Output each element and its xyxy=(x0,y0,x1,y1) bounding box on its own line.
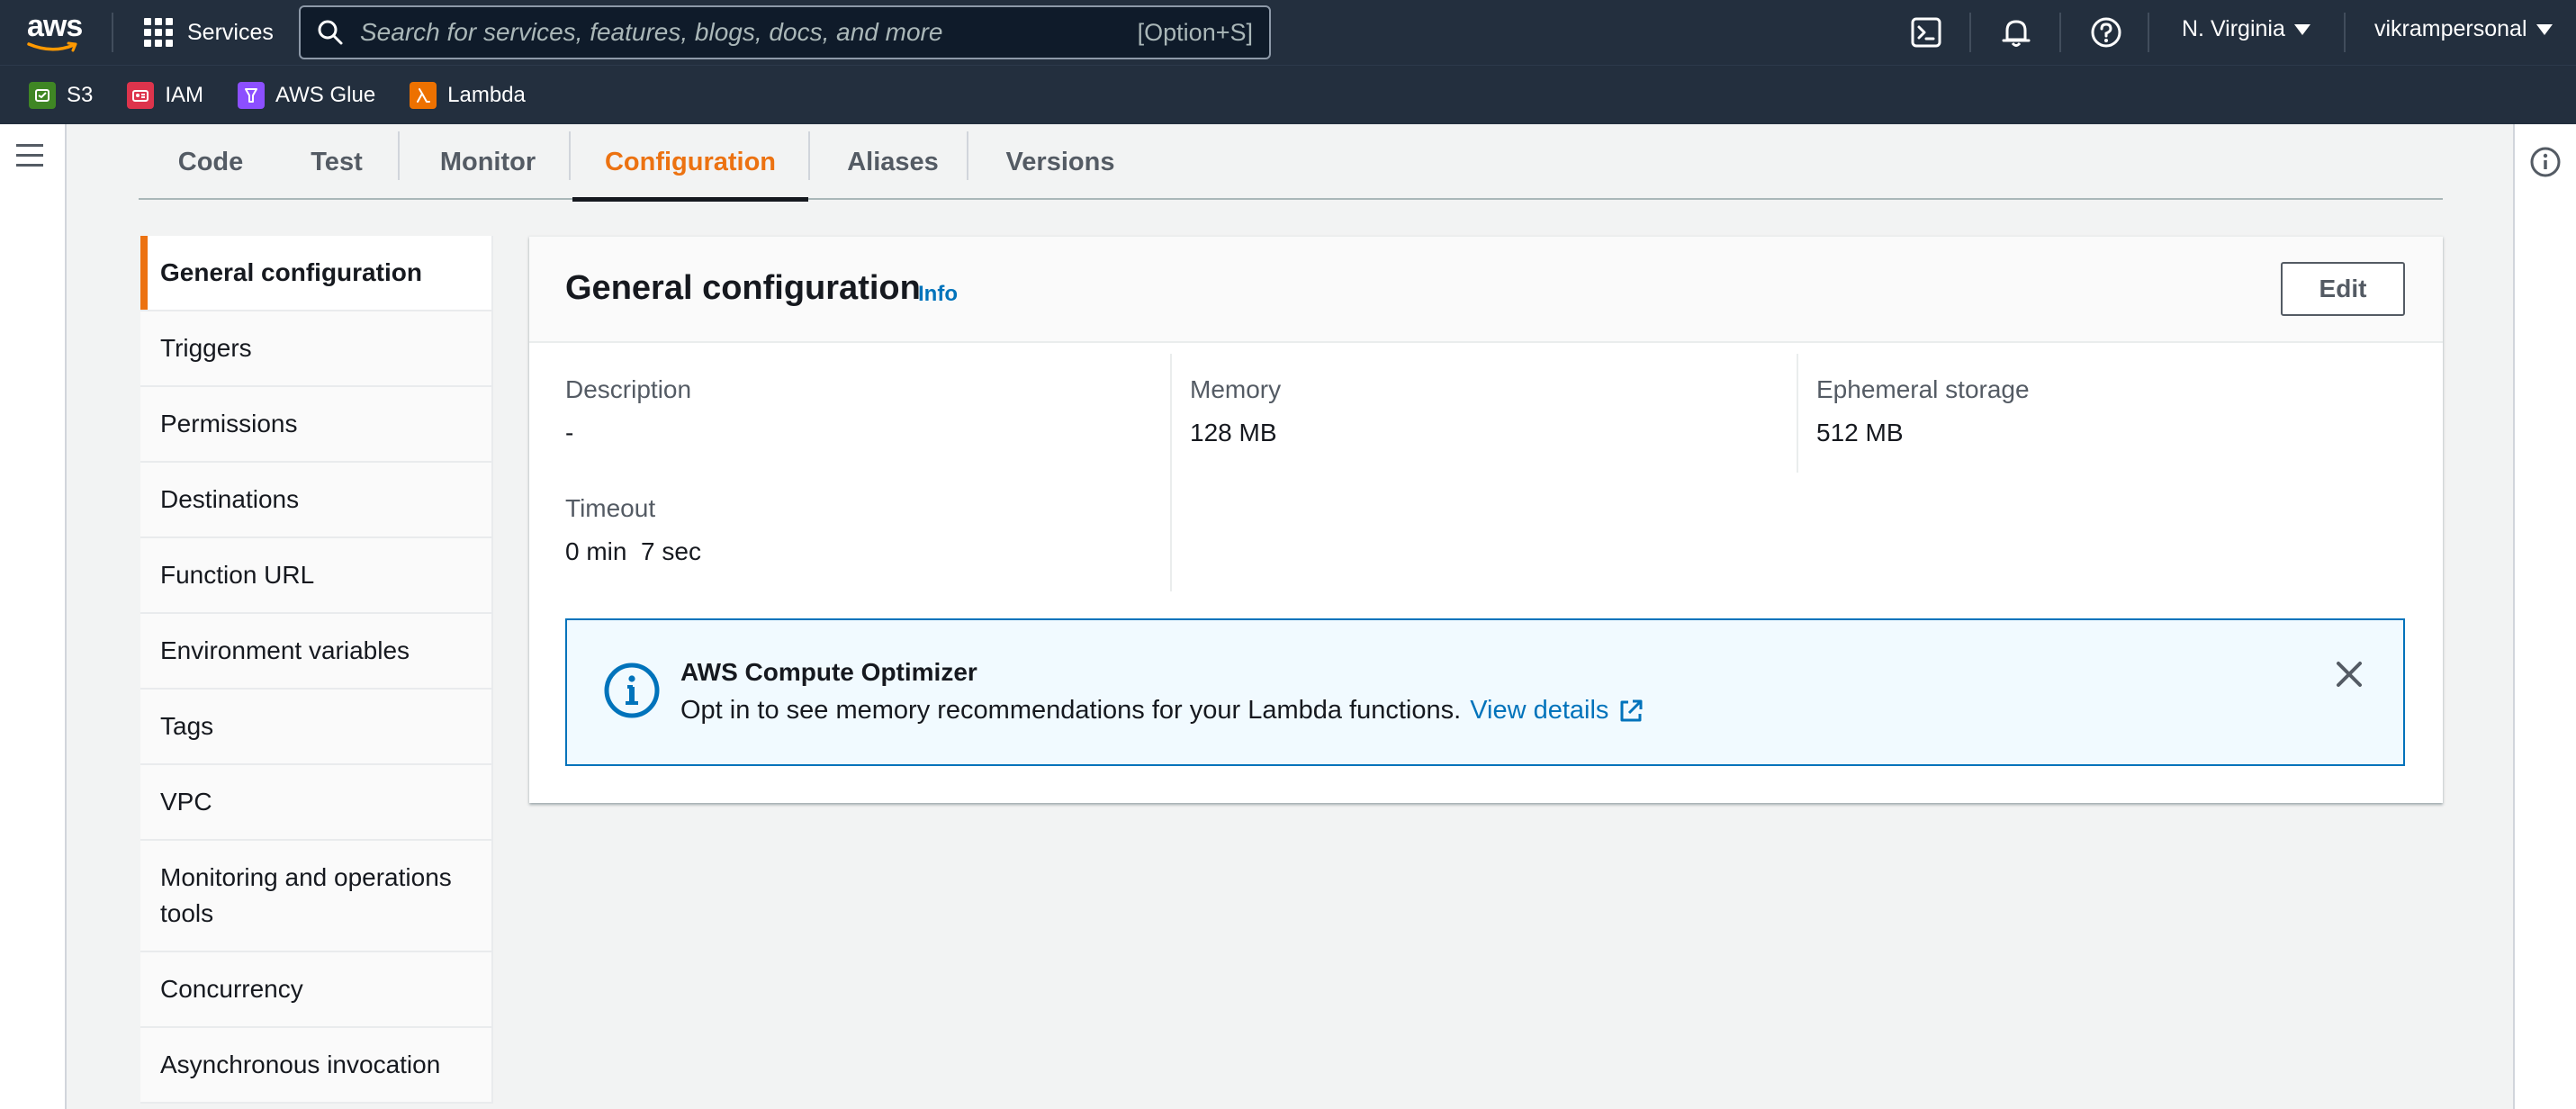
general-configuration-panel: General configuration Info Edit Descript… xyxy=(529,236,2443,803)
search-input[interactable] xyxy=(360,18,1138,47)
memory-value: 128 MB xyxy=(1190,419,1277,446)
timeout-value: 0 min 7 sec xyxy=(565,537,701,565)
favorite-s3[interactable]: S3 xyxy=(29,81,94,109)
config-nav-monitoring-and-operations-tools[interactable]: Monitoring and operations tools xyxy=(140,841,493,952)
search-bar[interactable]: [Option+S] xyxy=(299,5,1271,59)
info-icon xyxy=(603,662,661,724)
description-value: - xyxy=(565,419,574,446)
config-nav-environment-variables[interactable]: Environment variables xyxy=(140,614,493,690)
alert-message: Opt in to see memory recommendations for… xyxy=(680,696,1462,725)
config-nav-permissions[interactable]: Permissions xyxy=(140,387,493,463)
favorite-label: Lambda xyxy=(447,82,526,107)
search-shortcut-hint: [Option+S] xyxy=(1137,18,1253,46)
column-divider xyxy=(1170,354,1172,591)
tab-versions[interactable]: Versions xyxy=(970,124,1150,200)
info-circle-icon xyxy=(2530,147,2561,177)
iam-icon xyxy=(127,81,155,109)
nav-divider xyxy=(1969,13,1971,52)
config-nav-general-configuration[interactable]: General configuration xyxy=(140,236,493,311)
tab-configuration[interactable]: Configuration xyxy=(572,124,808,202)
favorite-label: AWS Glue xyxy=(275,82,376,107)
favorite-aws-glue[interactable]: AWS Glue xyxy=(238,81,376,109)
config-nav-tags[interactable]: Tags xyxy=(140,690,493,765)
notifications-button[interactable] xyxy=(1998,14,2034,50)
column-divider xyxy=(1797,354,1798,473)
configuration-side-nav: General configuration Triggers Permissio… xyxy=(140,236,493,1104)
tab-monitor[interactable]: Monitor xyxy=(407,124,569,200)
right-rail xyxy=(2513,124,2576,1109)
function-tabs: Code Test Monitor Configuration Aliases … xyxy=(139,124,2443,202)
config-nav-asynchronous-invocation[interactable]: Asynchronous invocation xyxy=(140,1028,493,1104)
info-panel-button[interactable] xyxy=(2529,146,2562,183)
external-link-icon[interactable] xyxy=(1617,698,1644,725)
nav-divider xyxy=(2059,13,2061,52)
memory-label: Memory xyxy=(1190,375,1282,403)
timeout-label: Timeout xyxy=(565,494,656,522)
config-nav-triggers[interactable]: Triggers xyxy=(140,311,493,387)
help-icon xyxy=(2091,17,2121,48)
nav-divider xyxy=(2344,13,2346,52)
config-nav-destinations[interactable]: Destinations xyxy=(140,463,493,538)
panel-header: General configuration Info Edit xyxy=(529,237,2443,343)
hamburger-menu-icon[interactable] xyxy=(16,144,45,173)
cloudshell-button[interactable] xyxy=(1908,14,1944,50)
bell-icon xyxy=(2002,20,2031,47)
account-label: vikrampersonal xyxy=(2374,16,2527,41)
favorite-iam[interactable]: IAM xyxy=(127,81,204,109)
alert-body: Opt in to see memory recommendations for… xyxy=(680,696,1644,726)
tab-test[interactable]: Test xyxy=(292,124,382,200)
search-icon xyxy=(318,20,343,45)
favorite-lambda[interactable]: Lambda xyxy=(410,81,526,109)
region-selector[interactable]: N. Virginia xyxy=(2182,16,2310,42)
panel-title: General configuration xyxy=(565,269,921,307)
aws-logo-text: aws xyxy=(27,9,83,43)
ephemeral-storage-label: Ephemeral storage xyxy=(1816,375,2030,403)
tab-separator xyxy=(808,131,810,180)
config-nav-concurrency[interactable]: Concurrency xyxy=(140,952,493,1028)
tab-separator xyxy=(569,131,571,180)
description-label: Description xyxy=(565,375,692,403)
view-details-link[interactable]: View details xyxy=(1470,696,1608,726)
left-rail xyxy=(0,124,67,1109)
glue-icon xyxy=(238,81,266,109)
account-menu[interactable]: vikrampersonal xyxy=(2374,16,2553,42)
alert-title: AWS Compute Optimizer xyxy=(680,658,977,686)
grid-icon xyxy=(144,18,173,47)
favorites-bar: S3 IAM AWS Glue Lambda xyxy=(0,65,2576,124)
aws-logo[interactable]: aws xyxy=(27,11,85,54)
caret-down-icon xyxy=(2293,23,2310,35)
aws-smile-icon xyxy=(27,41,77,52)
services-label: Services xyxy=(187,19,274,45)
caret-down-icon xyxy=(2535,23,2553,35)
s3-icon xyxy=(29,81,56,109)
favorite-label: IAM xyxy=(165,82,204,107)
top-navigation: aws Services [Option+S] xyxy=(0,0,2576,65)
ephemeral-storage-value: 512 MB xyxy=(1816,419,1904,446)
info-link[interactable]: Info xyxy=(918,282,958,307)
help-button[interactable] xyxy=(2088,14,2124,50)
services-menu-button[interactable]: Services xyxy=(144,14,274,50)
tab-separator xyxy=(398,131,400,180)
favorite-label: S3 xyxy=(67,82,94,107)
close-icon[interactable] xyxy=(2331,656,2367,692)
nav-divider xyxy=(2148,13,2149,52)
tab-separator xyxy=(967,131,968,180)
region-label: N. Virginia xyxy=(2182,16,2285,41)
nav-divider xyxy=(112,13,113,52)
compute-optimizer-alert: AWS Compute Optimizer Opt in to see memo… xyxy=(565,618,2405,766)
tab-aliases[interactable]: Aliases xyxy=(812,124,974,200)
config-nav-vpc[interactable]: VPC xyxy=(140,765,493,841)
cloudshell-icon xyxy=(1911,17,1941,48)
config-nav-function-url[interactable]: Function URL xyxy=(140,538,493,614)
lambda-icon xyxy=(410,81,437,109)
tab-code[interactable]: Code xyxy=(166,124,256,200)
edit-button[interactable]: Edit xyxy=(2281,262,2405,316)
